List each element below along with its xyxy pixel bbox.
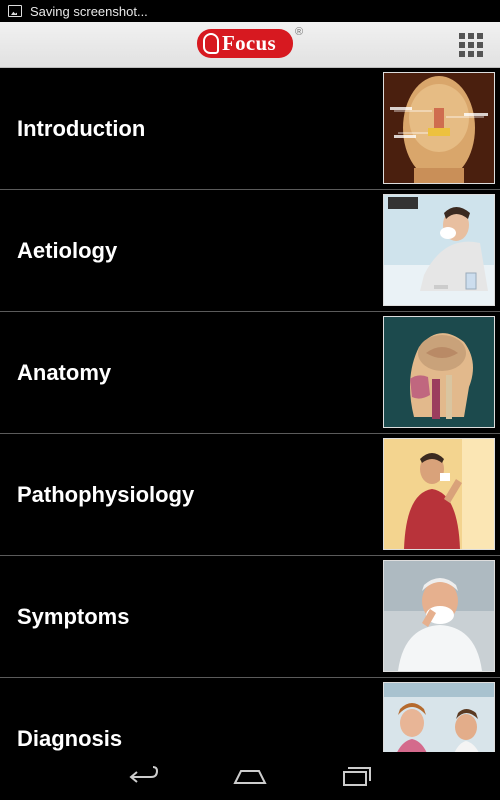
- status-bar: Saving screenshot...: [0, 0, 500, 22]
- list-item-anatomy[interactable]: Anatomy: [0, 312, 500, 434]
- man-blowing-nose-image: [383, 438, 495, 550]
- doctor-consultation-image: [383, 682, 495, 752]
- image-notification-icon: [8, 5, 22, 17]
- status-notification-text: Saving screenshot...: [30, 3, 148, 19]
- list-item-diagnosis[interactable]: Diagnosis: [0, 678, 500, 752]
- recents-icon[interactable]: [340, 763, 374, 789]
- list-item-label: Diagnosis: [17, 726, 123, 751]
- head-logo-icon: [203, 33, 219, 54]
- elderly-man-tissue-image: [383, 560, 495, 672]
- topic-list: Introduction Aetiology Anatomy Pathophys…: [0, 68, 500, 752]
- head-cross-section-image: [383, 316, 495, 428]
- logo-text: Focus: [222, 31, 276, 55]
- focus-logo: Focus: [197, 29, 293, 58]
- list-item-label: Anatomy: [17, 360, 112, 385]
- list-item-label: Aetiology: [17, 238, 118, 263]
- list-item-label: Introduction: [17, 116, 146, 141]
- home-icon[interactable]: [233, 763, 267, 789]
- list-item-introduction[interactable]: Introduction: [0, 68, 500, 190]
- list-item-pathophysiology[interactable]: Pathophysiology: [0, 434, 500, 556]
- list-item-symptoms[interactable]: Symptoms: [0, 556, 500, 678]
- list-item-label: Symptoms: [17, 604, 130, 629]
- list-item-aetiology[interactable]: Aetiology: [0, 190, 500, 312]
- grid-menu-icon[interactable]: [459, 33, 483, 57]
- navigation-bar: [0, 752, 500, 800]
- registered-mark: ®: [295, 26, 304, 38]
- sinus-anatomy-image: [383, 72, 495, 184]
- app-bar: Focus ®: [0, 22, 500, 68]
- man-sneezing-image: [383, 194, 495, 306]
- list-item-label: Pathophysiology: [17, 482, 195, 507]
- back-icon[interactable]: [127, 763, 161, 789]
